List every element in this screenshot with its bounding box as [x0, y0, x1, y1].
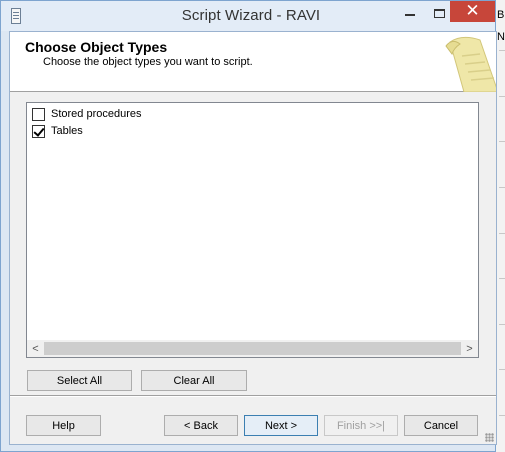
background-divider — [499, 50, 505, 51]
background-divider — [499, 187, 505, 188]
resize-grip-icon[interactable] — [485, 433, 494, 442]
minimize-button[interactable] — [399, 2, 421, 24]
clear-all-button[interactable]: Clear All — [141, 370, 247, 391]
background-divider — [499, 141, 505, 142]
stored-procedures-checkbox[interactable] — [32, 107, 45, 121]
next-button[interactable]: Next > — [244, 415, 318, 436]
page-title: Choose Object Types — [25, 39, 168, 55]
footer-divider — [10, 395, 496, 397]
title-bar[interactable]: Script Wizard - RAVI ✕ — [1, 1, 495, 31]
background-divider — [499, 278, 505, 279]
chevron-left-icon: < — [32, 342, 39, 355]
close-button[interactable]: ✕ — [450, 1, 495, 22]
select-all-button[interactable]: Select All — [27, 370, 132, 391]
object-types-list[interactable]: Stored procedures Tables < > — [26, 102, 479, 358]
scrollbar-thumb[interactable] — [44, 342, 461, 355]
background-text-fragment: N — [497, 31, 505, 43]
background-window-edge: B N — [496, 0, 505, 452]
list-item-stored-procedures[interactable]: Stored procedures — [32, 106, 142, 122]
close-icon: ✕ — [465, 1, 480, 21]
horizontal-scrollbar[interactable]: < > — [27, 340, 478, 357]
cancel-button[interactable]: Cancel — [404, 415, 478, 436]
page-subtitle: Choose the object types you want to scri… — [43, 56, 253, 68]
list-item-label: Stored procedures — [51, 108, 142, 120]
help-button[interactable]: Help — [26, 415, 101, 436]
scroll-icon — [440, 32, 496, 92]
maximize-icon — [433, 8, 445, 18]
back-button[interactable]: < Back — [164, 415, 238, 436]
list-item-label: Tables — [51, 125, 83, 137]
background-divider — [499, 233, 505, 234]
wizard-header: Choose Object Types Choose the object ty… — [10, 32, 496, 92]
window-title: Script Wizard - RAVI — [181, 7, 321, 24]
maximize-button[interactable] — [428, 2, 450, 24]
background-divider — [499, 324, 505, 325]
chevron-right-icon: > — [466, 342, 473, 355]
wizard-client-area: Choose Object Types Choose the object ty… — [9, 31, 497, 445]
minimize-icon — [405, 14, 415, 16]
scroll-left-button[interactable]: < — [27, 340, 44, 357]
background-divider — [499, 415, 505, 416]
background-divider — [499, 96, 505, 97]
list-item-tables[interactable]: Tables — [32, 123, 83, 139]
script-wizard-window: Script Wizard - RAVI ✕ Choose Object Typ… — [0, 0, 497, 452]
finish-button: Finish >>| — [324, 415, 398, 436]
tables-checkbox[interactable] — [32, 124, 45, 138]
scroll-right-button[interactable]: > — [461, 340, 478, 357]
background-divider — [499, 369, 505, 370]
